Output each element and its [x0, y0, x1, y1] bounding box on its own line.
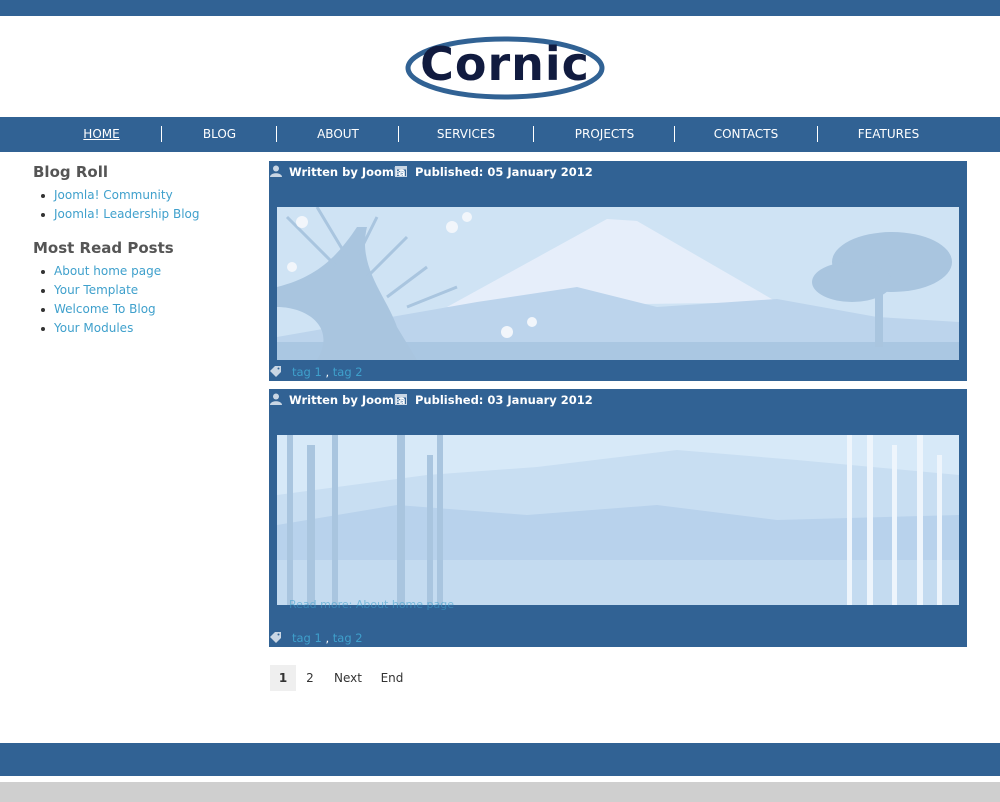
nav-divider [276, 126, 277, 142]
most-read-link[interactable]: Your Modules [54, 321, 133, 335]
post-meta: Written by Joomla Published: 05 January … [269, 161, 967, 183]
most-read-link[interactable]: Welcome To Blog [54, 302, 156, 316]
most-read-link[interactable]: Your Template [54, 283, 138, 297]
post-image[interactable] [277, 207, 959, 360]
site-header: Cornic [0, 16, 1000, 117]
tag-link[interactable]: tag 2 [333, 631, 363, 645]
blogroll-link[interactable]: Joomla! Community [54, 188, 173, 202]
list-item: About home page [33, 262, 253, 281]
user-icon [270, 165, 282, 177]
list-item: Welcome To Blog [33, 300, 253, 319]
calendar-icon [395, 394, 407, 405]
tag-separator: , [321, 365, 333, 379]
user-icon [270, 393, 282, 405]
post-image[interactable] [277, 435, 959, 605]
sidebar: Blog Roll Joomla! Community Joomla! Lead… [33, 162, 253, 338]
end-page-button[interactable]: End [374, 665, 410, 691]
nav-divider [398, 126, 399, 142]
nav-blog[interactable]: BLOG [182, 117, 257, 152]
tag-link[interactable]: tag 1 [292, 631, 322, 645]
top-bar [0, 0, 1000, 16]
read-more-link[interactable]: Read more: About home page [289, 598, 454, 611]
tag-icon [270, 632, 281, 643]
list-item: Your Modules [33, 319, 253, 338]
most-read-list: About home page Your Template Welcome To… [33, 262, 253, 338]
blogroll-title: Blog Roll [33, 163, 108, 181]
bamboo-mountain-image [277, 435, 959, 605]
mountain-blossom-image [277, 207, 959, 360]
tag-separator: , [321, 631, 333, 645]
blog-post: Written by Joomla Published: 05 January … [269, 161, 967, 381]
nav-contacts[interactable]: CONTACTS [696, 117, 796, 152]
calendar-icon [395, 166, 407, 177]
post-meta: Written by Joomla Published: 03 January … [269, 389, 967, 411]
post-published-date: Published: 05 January 2012 [415, 165, 593, 179]
site-logo[interactable]: Cornic [405, 34, 605, 100]
most-read-link[interactable]: About home page [54, 264, 161, 278]
nav-home[interactable]: HOME [64, 117, 139, 152]
logo-text: Cornic [420, 37, 590, 91]
nav-services[interactable]: SERVICES [420, 117, 512, 152]
tag-icon [270, 366, 281, 377]
site-footer [0, 743, 1000, 776]
nav-about[interactable]: ABOUT [298, 117, 378, 152]
nav-divider [817, 126, 818, 142]
main-nav: HOME BLOG ABOUT SERVICES PROJECTS CONTAC… [0, 117, 1000, 152]
tag-link[interactable]: tag 1 [292, 365, 322, 379]
nav-divider [533, 126, 534, 142]
list-item: Your Template [33, 281, 253, 300]
next-page-button[interactable]: Next [328, 665, 368, 691]
nav-features[interactable]: FEATURES [840, 117, 937, 152]
list-item: Joomla! Community [33, 186, 253, 205]
post-published-date: Published: 03 January 2012 [415, 393, 593, 407]
list-item: Joomla! Leadership Blog [33, 205, 253, 224]
blog-post: Written by Joomla Published: 03 January … [269, 389, 967, 647]
page-1-button[interactable]: 1 [270, 665, 296, 691]
post-author: Written by Joomla [289, 393, 406, 407]
nav-divider [161, 126, 162, 142]
footer-bottom-bar [0, 782, 1000, 802]
blogroll-link[interactable]: Joomla! Leadership Blog [54, 207, 200, 221]
blogroll-list: Joomla! Community Joomla! Leadership Blo… [33, 186, 253, 224]
page-2-button[interactable]: 2 [298, 665, 322, 691]
tag-link[interactable]: tag 2 [333, 365, 363, 379]
post-author: Written by Joomla [289, 165, 406, 179]
nav-divider [674, 126, 675, 142]
nav-projects[interactable]: PROJECTS [556, 117, 653, 152]
most-read-title: Most Read Posts [33, 239, 174, 257]
